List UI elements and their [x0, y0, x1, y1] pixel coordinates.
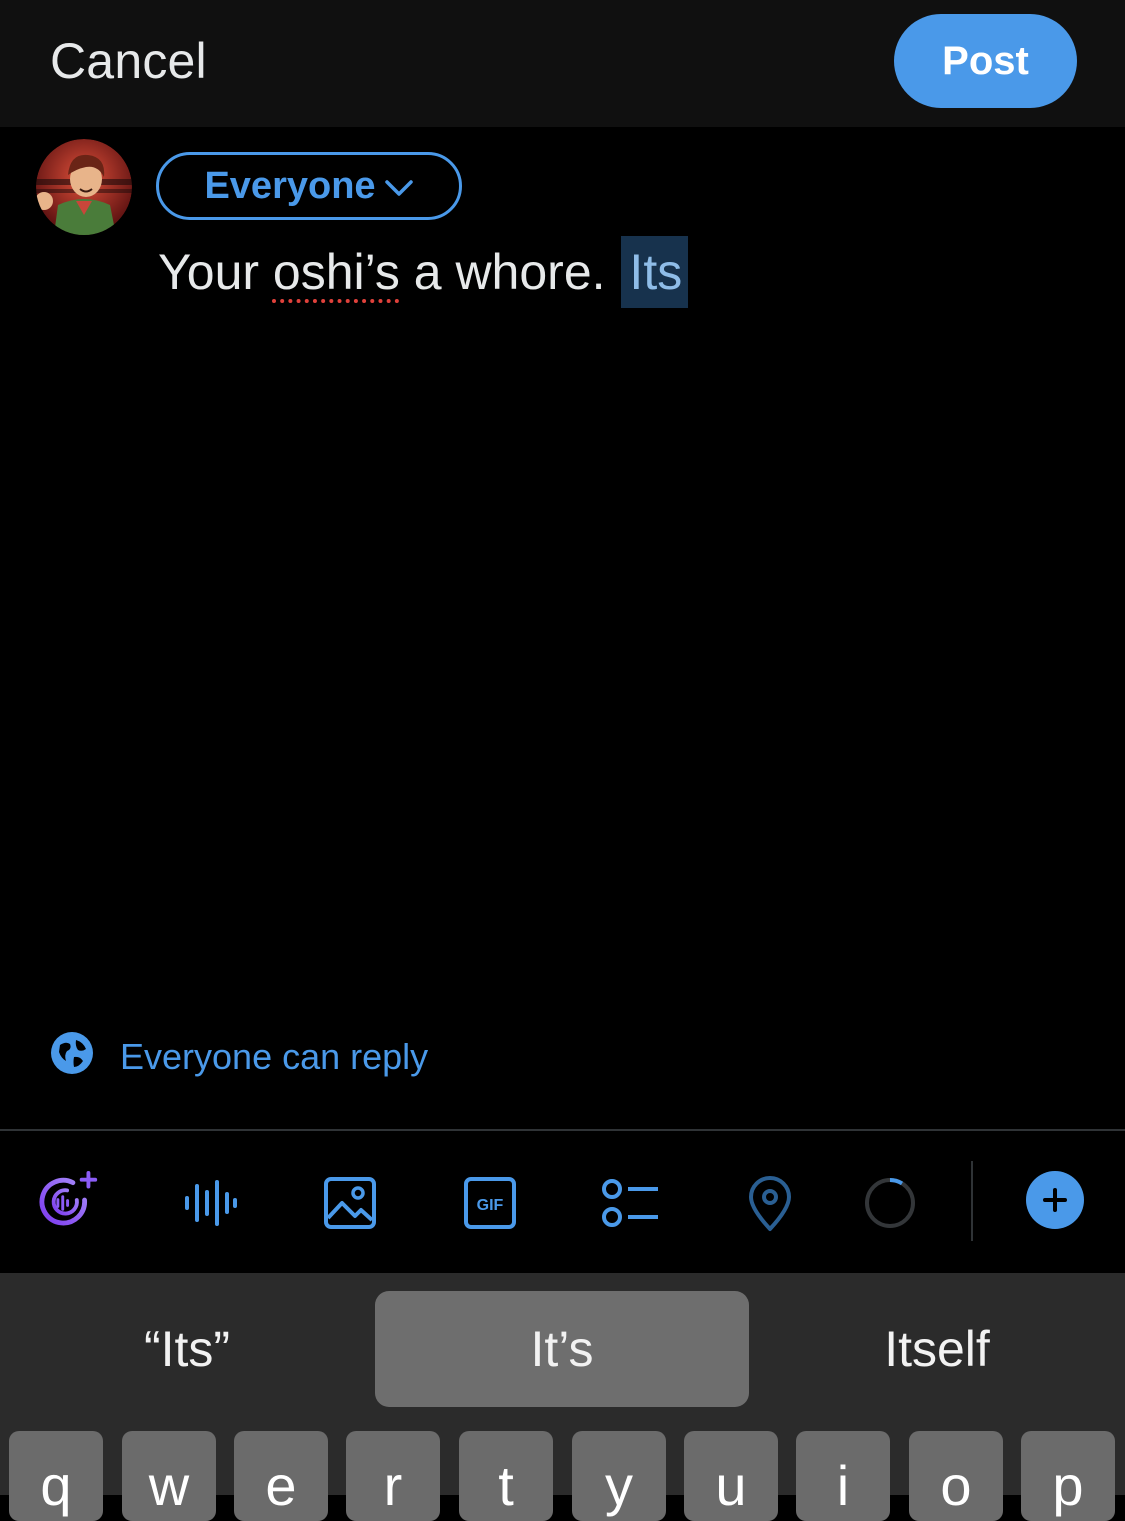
reply-setting-label: Everyone can reply	[120, 1036, 429, 1077]
post-text-input[interactable]: Your oshi’s a whore. Its	[158, 236, 689, 308]
keyboard: “Its” It’s Itself q w e r t y u i o p	[0, 1273, 1125, 1521]
post-text-start: Your	[158, 244, 273, 300]
image-icon[interactable]	[318, 1171, 382, 1235]
suggestion-selected[interactable]: It’s	[375, 1291, 749, 1407]
audience-selector[interactable]: Everyone	[156, 152, 462, 220]
audio-wave-icon[interactable]	[178, 1171, 242, 1235]
key-o[interactable]: o	[909, 1431, 1003, 1521]
key-w[interactable]: w	[122, 1431, 216, 1521]
reply-setting[interactable]: Everyone can reply	[50, 1031, 429, 1080]
misspelled-word[interactable]: oshi’s	[273, 244, 400, 300]
avatar[interactable]	[36, 139, 132, 235]
cancel-button[interactable]: Cancel	[50, 32, 207, 90]
post-button[interactable]: Post	[894, 14, 1077, 108]
key-t[interactable]: t	[459, 1431, 553, 1521]
key-u[interactable]: u	[684, 1431, 778, 1521]
top-bar: Cancel Post	[0, 0, 1125, 127]
chevron-down-icon	[384, 165, 414, 208]
key-e[interactable]: e	[234, 1431, 328, 1521]
toolbar-separator	[971, 1161, 973, 1241]
add-post-icon[interactable]	[1026, 1171, 1084, 1229]
selected-word[interactable]: Its	[621, 236, 689, 308]
gif-icon[interactable]: GIF	[458, 1171, 522, 1235]
poll-icon[interactable]	[598, 1171, 662, 1235]
key-r[interactable]: r	[346, 1431, 440, 1521]
key-y[interactable]: y	[572, 1431, 666, 1521]
suggestion-alt[interactable]: Itself	[750, 1291, 1124, 1407]
key-q[interactable]: q	[9, 1431, 103, 1521]
compose-toolbar: GIF	[0, 1131, 1125, 1273]
grok-add-icon[interactable]	[38, 1171, 102, 1235]
suggestion-quoted[interactable]: “Its”	[0, 1291, 374, 1407]
gif-icon-text: GIF	[477, 1197, 504, 1214]
globe-icon	[50, 1031, 94, 1084]
keyboard-row-top: q w e r t y u i o p	[0, 1431, 1125, 1521]
post-text-middle: a whore.	[399, 244, 620, 300]
char-count-ring-icon	[858, 1171, 922, 1235]
avatar-image	[36, 139, 132, 235]
location-icon[interactable]	[738, 1171, 802, 1235]
audience-label: Everyone	[204, 164, 376, 207]
key-p[interactable]: p	[1021, 1431, 1115, 1521]
key-i[interactable]: i	[796, 1431, 890, 1521]
